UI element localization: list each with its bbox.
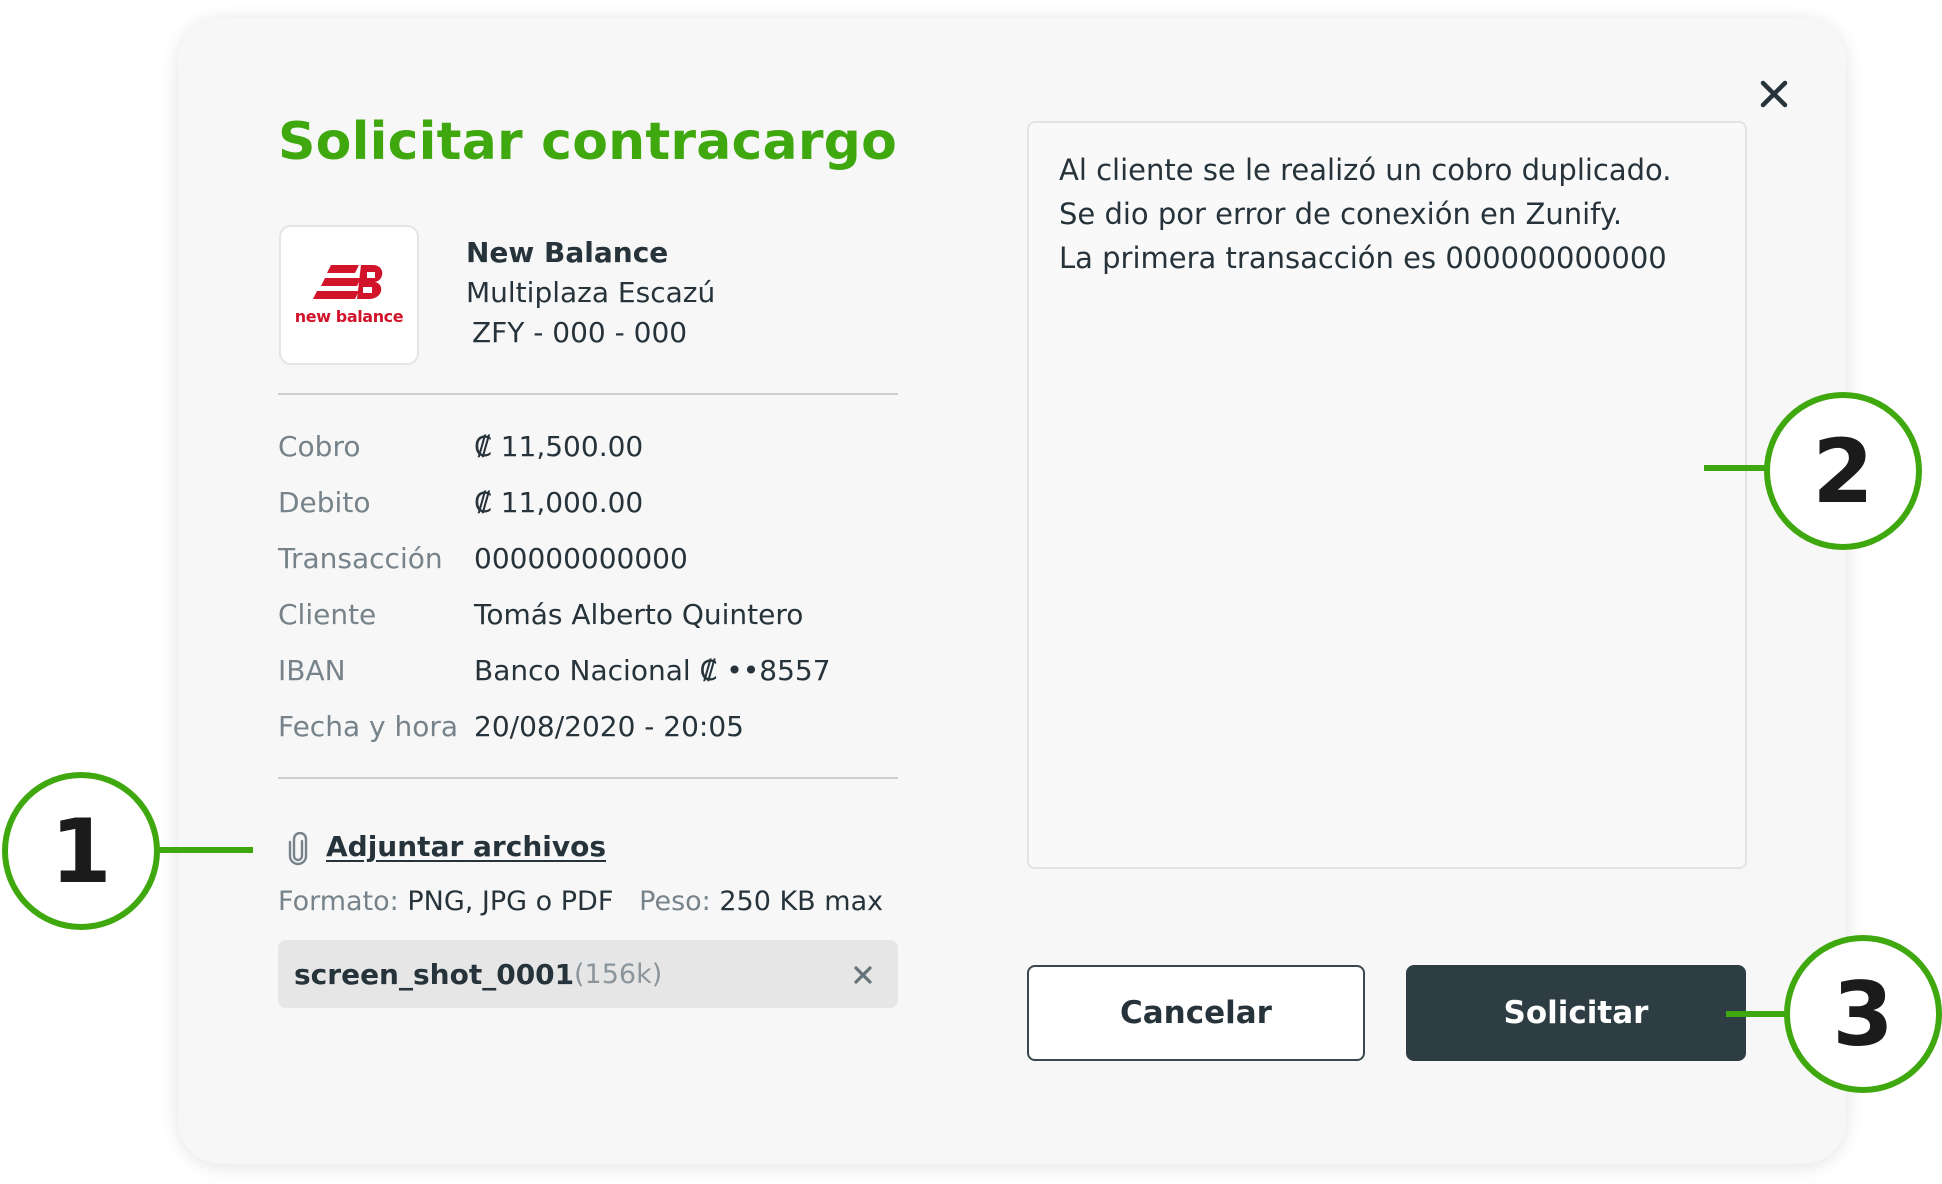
detail-label: Fecha y hora xyxy=(278,710,459,743)
detail-label: Cobro xyxy=(278,430,361,463)
detail-row-cliente: Cliente Tomás Alberto Quintero xyxy=(278,598,898,638)
format-label: Formato: xyxy=(278,886,399,917)
stage: Solicitar contracargo new balance New Ba… xyxy=(0,0,1942,1184)
detail-value: ₡ 11,500.00 xyxy=(474,430,644,463)
divider-bottom xyxy=(278,777,898,779)
detail-value: Tomás Alberto Quintero xyxy=(474,598,804,631)
detail-value: 000000000000 xyxy=(474,542,688,575)
close-modal-button[interactable] xyxy=(1748,68,1800,120)
detail-row-fecha-hora: Fecha y hora 20/08/2020 - 20:05 xyxy=(278,710,898,750)
file-requirements: Formato: PNG, JPG o PDF Peso: 250 KB max xyxy=(278,886,883,917)
detail-row-iban: IBAN Banco Nacional ₡ ••8557 xyxy=(278,654,898,694)
callout-1-line xyxy=(155,847,253,853)
logo-wordmark: new balance xyxy=(294,307,404,326)
file-size: (156k) xyxy=(574,959,663,990)
detail-row-debito: Debito ₡ 11,000.00 xyxy=(278,486,898,526)
reason-line: Al cliente se le realizó un cobro duplic… xyxy=(1059,153,1672,187)
callout-1-badge: 1 xyxy=(2,772,160,930)
callout-3-badge: 3 xyxy=(1784,935,1942,1093)
format-value: PNG, JPG o PDF xyxy=(407,886,614,917)
cancel-button[interactable]: Cancelar xyxy=(1027,965,1365,1061)
divider-top xyxy=(278,393,898,395)
merchant-branch: Multiplaza Escazú xyxy=(466,276,716,309)
detail-row-transaccion: Transacción 000000000000 xyxy=(278,542,898,582)
detail-label: Cliente xyxy=(278,598,377,631)
weight-value: 250 KB max xyxy=(719,886,884,917)
merchant-name: New Balance xyxy=(466,236,669,269)
close-icon xyxy=(1760,80,1788,108)
remove-file-close-icon[interactable] xyxy=(852,964,874,986)
detail-label: IBAN xyxy=(278,654,346,687)
detail-label: Transacción xyxy=(278,542,443,575)
submit-request-button[interactable]: Solicitar xyxy=(1406,965,1746,1061)
detail-row-cobro: Cobro ₡ 11,500.00 xyxy=(278,430,898,470)
merchant-logo: new balance xyxy=(279,225,419,365)
detail-value: Banco Nacional ₡ ••8557 xyxy=(474,654,831,687)
weight-label: Peso: xyxy=(639,886,711,917)
callout-2-badge: 2 xyxy=(1764,392,1922,550)
callout-2-line xyxy=(1704,465,1772,471)
reason-line: La primera transacción es 000000000000 xyxy=(1059,241,1667,275)
callout-3-line xyxy=(1726,1011,1792,1017)
paperclip-icon xyxy=(288,832,308,866)
detail-value: ₡ 11,000.00 xyxy=(474,486,644,519)
merchant-code: ZFY - 000 - 000 xyxy=(472,316,688,349)
file-name: screen_shot_0001 xyxy=(294,958,575,991)
new-balance-logo-mark xyxy=(313,265,383,299)
detail-value: 20/08/2020 - 20:05 xyxy=(474,710,744,743)
detail-label: Debito xyxy=(278,486,371,519)
reason-line: Se dio por error de conexión en Zunify. xyxy=(1059,197,1623,231)
modal-title: Solicitar contracargo xyxy=(278,112,898,172)
attached-file-chip: screen_shot_0001 (156k) xyxy=(278,940,898,1008)
attach-files-link[interactable]: Adjuntar archivos xyxy=(326,830,606,863)
reason-textarea[interactable]: Al cliente se le realizó un cobro duplic… xyxy=(1027,121,1747,869)
